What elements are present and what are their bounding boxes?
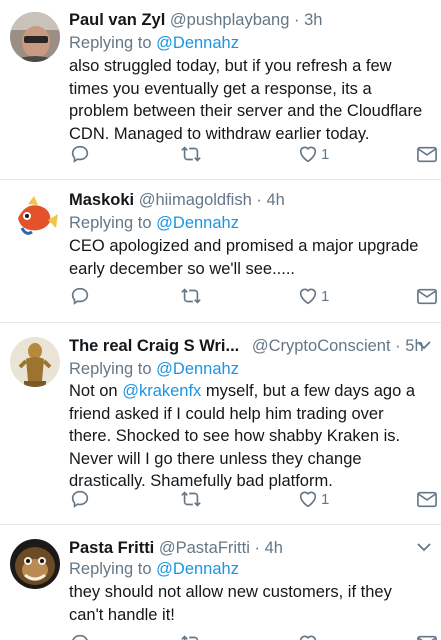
tweet-mention[interactable]: @krakenfx bbox=[122, 382, 201, 400]
reply-icon bbox=[71, 287, 89, 305]
tweet[interactable]: Paul van Zyl @pushplaybang · 3h Replying… bbox=[0, 0, 441, 180]
avatar[interactable] bbox=[10, 192, 60, 242]
avatar[interactable] bbox=[10, 12, 60, 62]
reply-button[interactable] bbox=[69, 142, 91, 166]
username[interactable]: @hiimagoldfish bbox=[139, 191, 252, 209]
display-name[interactable]: Paul van Zyl bbox=[69, 11, 165, 29]
replying-to: Replying to @Dennahz bbox=[69, 358, 431, 381]
tweet-header: Maskoki @hiimagoldfish · 4h bbox=[69, 188, 431, 212]
replying-to: Replying to @Dennahz bbox=[69, 32, 431, 55]
tweet-text: they should not allow new customers, if … bbox=[69, 583, 392, 624]
envelope-icon bbox=[417, 288, 437, 305]
timestamp[interactable]: 4h bbox=[266, 191, 284, 209]
tweet-header: Pasta Fritti @PastaFritti · 4h bbox=[69, 536, 431, 560]
tweet-actions: 1 bbox=[69, 487, 439, 511]
retweet-icon bbox=[181, 146, 201, 162]
like-button[interactable]: 1 bbox=[297, 142, 329, 166]
reply-feed: Paul van Zyl @pushplaybang · 3h Replying… bbox=[0, 0, 441, 640]
message-button[interactable] bbox=[416, 142, 438, 166]
username[interactable]: @PastaFritti bbox=[159, 539, 250, 557]
replying-mention[interactable]: @Dennahz bbox=[156, 360, 239, 378]
display-name[interactable]: Maskoki bbox=[69, 191, 134, 209]
reply-button[interactable] bbox=[69, 487, 91, 511]
tweet[interactable]: Pasta Fritti @PastaFritti · 4h Replying … bbox=[0, 525, 441, 640]
timestamp[interactable]: 3h bbox=[304, 11, 322, 29]
message-button[interactable] bbox=[416, 284, 438, 308]
tweet-text: Not on @krakenfx myself, but a few days … bbox=[69, 380, 429, 493]
chevron-down-icon[interactable] bbox=[417, 542, 431, 552]
replying-mention[interactable]: @Dennahz bbox=[156, 560, 239, 578]
replying-to: Replying to @Dennahz bbox=[69, 558, 431, 581]
tweet-text: also struggled today, but if you refresh… bbox=[69, 57, 423, 143]
message-button[interactable] bbox=[416, 487, 438, 511]
like-count: 1 bbox=[321, 287, 330, 305]
tweet-actions bbox=[69, 631, 439, 640]
tweet-text: CEO apologized and promised a major upgr… bbox=[69, 237, 419, 278]
heart-icon bbox=[299, 491, 317, 508]
retweet-button[interactable] bbox=[179, 631, 203, 640]
display-name[interactable]: The real Craig S Wri... bbox=[69, 337, 239, 355]
like-button[interactable]: 1 bbox=[297, 284, 329, 308]
chevron-down-icon[interactable] bbox=[417, 340, 431, 350]
username[interactable]: @CryptoConscient bbox=[252, 337, 391, 355]
heart-icon bbox=[299, 288, 317, 305]
tweet-text-part: Not on bbox=[69, 382, 123, 400]
tweet-header: Paul van Zyl @pushplaybang · 3h bbox=[69, 8, 431, 32]
replying-label: Replying to bbox=[69, 34, 152, 52]
retweet-icon bbox=[181, 491, 201, 507]
replying-label: Replying to bbox=[69, 214, 152, 232]
envelope-icon bbox=[417, 635, 437, 640]
replying-mention[interactable]: @Dennahz bbox=[156, 34, 239, 52]
retweet-button[interactable] bbox=[179, 487, 203, 511]
message-button[interactable] bbox=[416, 631, 438, 640]
envelope-icon bbox=[417, 146, 437, 163]
reply-button[interactable] bbox=[69, 631, 91, 640]
avatar[interactable] bbox=[10, 337, 60, 387]
tweet-actions: 1 bbox=[69, 142, 439, 166]
tweet[interactable]: The real Craig S Wri... @CryptoConscient… bbox=[0, 323, 441, 525]
retweet-icon bbox=[181, 635, 199, 640]
reply-icon bbox=[71, 490, 89, 508]
tweet-actions: 1 bbox=[69, 284, 439, 308]
avatar[interactable] bbox=[10, 539, 60, 589]
retweet-button[interactable] bbox=[179, 284, 203, 308]
separator: · bbox=[256, 191, 262, 209]
envelope-icon bbox=[417, 491, 437, 508]
username[interactable]: @pushplaybang bbox=[170, 11, 290, 29]
separator: · bbox=[395, 337, 401, 355]
retweet-button[interactable] bbox=[179, 142, 203, 166]
replying-to: Replying to @Dennahz bbox=[69, 212, 431, 235]
like-button[interactable]: 1 bbox=[297, 487, 329, 511]
reply-icon bbox=[71, 145, 89, 163]
replying-mention[interactable]: @Dennahz bbox=[156, 214, 239, 232]
replying-label: Replying to bbox=[69, 560, 152, 578]
like-count: 1 bbox=[321, 490, 330, 508]
reply-icon bbox=[72, 634, 88, 640]
like-button[interactable] bbox=[297, 631, 319, 640]
like-count: 1 bbox=[321, 145, 330, 163]
replying-label: Replying to bbox=[69, 360, 152, 378]
retweet-icon bbox=[181, 288, 201, 304]
separator: · bbox=[294, 11, 300, 29]
reply-button[interactable] bbox=[69, 284, 91, 308]
heart-icon bbox=[299, 146, 317, 163]
display-name[interactable]: Pasta Fritti bbox=[69, 539, 154, 557]
separator: · bbox=[254, 539, 261, 557]
heart-icon bbox=[299, 635, 317, 640]
tweet[interactable]: Maskoki @hiimagoldfish · 4h Replying to … bbox=[0, 180, 441, 323]
tweet-header: The real Craig S Wri... @CryptoConscient… bbox=[69, 334, 431, 358]
timestamp[interactable]: 4h bbox=[265, 539, 283, 557]
